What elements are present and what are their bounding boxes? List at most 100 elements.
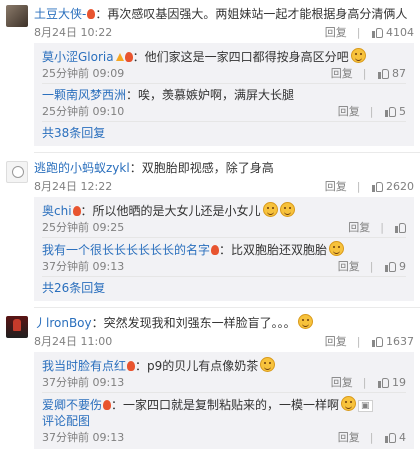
reply-list: 奥chi ：所以他晒的是大女儿还是小女儿 25分钟前 09:25 回复 | 我有一…	[34, 197, 414, 301]
separator: |	[362, 375, 367, 389]
like-count: 4	[399, 430, 406, 444]
laugh-emoji-icon	[297, 314, 313, 329]
separator: |	[362, 66, 367, 80]
reply-item: 奥chi ：所以他晒的是大女儿还是小女儿 25分钟前 09:25 回复 |	[42, 199, 406, 238]
comment-username[interactable]: 丿lronBoy	[34, 316, 92, 330]
cat-emoji-icon	[262, 202, 278, 217]
laugh-emoji-icon	[260, 357, 276, 372]
like-count: 4104	[386, 25, 414, 39]
thumbs-up-icon	[377, 67, 389, 79]
like-button[interactable]: 2620	[371, 179, 414, 193]
comment-text: ：再次感叹基因强大。两姐妹站一起才能根据身高分清俩人	[95, 7, 408, 21]
reply-time: 37分钟前 09:13	[42, 260, 125, 273]
reply-time: 25分钟前 09:10	[42, 105, 125, 118]
like-count: 9	[399, 259, 406, 273]
comment-username[interactable]: 土豆大侠-	[34, 7, 86, 21]
thumbs-up-icon	[384, 105, 396, 117]
thumbs-up-icon	[384, 260, 396, 272]
comment-time: 8月24日 11:00	[34, 335, 113, 348]
thumbs-up-icon	[384, 431, 396, 443]
fire-icon	[211, 245, 220, 255]
reply-item: 我有一个很长长长长长长的名字 ：比双胞胎还双胞胎 37分钟前 09:13 回复 |…	[42, 238, 406, 277]
divider	[34, 152, 420, 153]
reply-username[interactable]: 我当时脸有点红	[42, 359, 126, 373]
reply-item: 爱卿不要伤 ：一家四口就是复制粘贴来的，一模一样啊 ▣ 评论配图 37分钟前 09:1…	[42, 393, 406, 447]
reply-time: 37分钟前 09:13	[42, 376, 125, 389]
thumbs-up-icon	[371, 180, 383, 192]
reply-text: ：p9的贝儿有点像奶茶	[135, 359, 259, 373]
reply-time: 25分钟前 09:25	[42, 221, 125, 234]
comment-text: ：突然发现我和刘强东一样脸盲了。。。	[91, 316, 296, 330]
reply-list: 莫小涩Gloria ：他们家这是一家四口都得按身高区分吧 25分钟前 09:09 …	[34, 43, 414, 146]
separator: |	[369, 259, 374, 273]
comment-time: 8月24日 10:22	[34, 26, 113, 39]
like-count: 19	[392, 375, 406, 389]
like-count: 1637	[386, 334, 414, 348]
separator: |	[356, 179, 361, 193]
separator: |	[356, 25, 361, 39]
fire-icon	[127, 361, 136, 371]
avatar[interactable]	[6, 161, 28, 183]
separator: |	[380, 220, 384, 234]
avatar[interactable]	[6, 5, 28, 27]
like-button[interactable]: 5	[384, 104, 406, 118]
comment-text: ：双胞胎即视感，除了身高	[129, 161, 274, 175]
like-button[interactable]: 4	[384, 430, 406, 444]
comment-time: 8月24日 12:22	[34, 180, 113, 193]
comment-meta: 8月24日 10:22 回复 | 4104	[34, 23, 414, 41]
like-button[interactable]: 19	[377, 375, 406, 389]
like-button[interactable]: 87	[377, 66, 406, 80]
comment-username[interactable]: 逃跑的小蚂蚁zykl	[34, 161, 130, 175]
comment-item: 逃跑的小蚂蚁zykl：双胞胎即视感，除了身高 8月24日 12:22 回复 | …	[0, 159, 420, 301]
reply-username[interactable]: 奥chi	[42, 204, 72, 218]
avatar[interactable]	[6, 316, 28, 338]
like-button[interactable]: 4104	[371, 25, 414, 39]
reply-button[interactable]: 回复	[331, 65, 353, 81]
thumbs-up-icon	[377, 376, 389, 388]
laugh-emoji-icon	[341, 396, 357, 411]
reply-item: 一颗南风梦西洲：唉，羡慕嫉妒啊，满屏大长腿 25分钟前 09:10 回复 | 5	[42, 84, 406, 122]
vip-icon	[115, 53, 124, 62]
like-button[interactable]	[394, 221, 406, 234]
reply-username[interactable]: 莫小涩Gloria	[42, 50, 114, 64]
more-replies-link[interactable]: 共26条回复	[42, 277, 406, 299]
image-icon[interactable]: ▣	[358, 400, 373, 412]
laugh-emoji-icon	[329, 241, 345, 256]
like-count: 2620	[386, 179, 414, 193]
like-button[interactable]: 9	[384, 259, 406, 273]
reply-button[interactable]: 回复	[348, 219, 370, 235]
reply-text: ：唉，羡慕嫉妒啊，满屏大长腿	[126, 88, 295, 102]
like-button[interactable]: 1637	[371, 334, 414, 348]
thumbs-up-icon	[371, 335, 383, 347]
comment-feed: 土豆大侠- ：再次感叹基因强大。两姐妹站一起才能根据身高分清俩人 8月24日 10…	[0, 0, 420, 449]
reply-button[interactable]: 回复	[338, 103, 360, 119]
reply-text: ：所以他晒的是大女儿还是小女儿	[80, 204, 261, 218]
thumbs-up-icon	[394, 221, 406, 233]
reply-button[interactable]: 回复	[325, 333, 347, 349]
cat-emoji-icon	[279, 202, 295, 217]
reply-item: 我当时脸有点红 ：p9的贝儿有点像奶茶 37分钟前 09:13 回复 | 19	[42, 354, 406, 393]
like-count: 87	[392, 66, 406, 80]
separator: |	[356, 334, 361, 348]
fire-icon	[103, 400, 112, 410]
reply-button[interactable]: 回复	[325, 178, 347, 194]
reply-text: ：比双胞胎还双胞胎	[219, 243, 328, 257]
laugh-emoji-icon	[350, 48, 366, 63]
comment-image-link[interactable]: 评论配图	[42, 414, 90, 428]
more-replies-link[interactable]: 共38条回复	[42, 122, 406, 144]
reply-button[interactable]: 回复	[338, 429, 360, 445]
fire-icon	[124, 52, 133, 62]
reply-username[interactable]: 我有一个很长长长长长长的名字	[42, 243, 210, 257]
reply-text: ：一家四口就是复制粘贴来的，一模一样啊	[111, 398, 340, 412]
reply-list: 我当时脸有点红 ：p9的贝儿有点像奶茶 37分钟前 09:13 回复 | 19 爱…	[34, 352, 414, 449]
reply-time: 25分钟前 09:09	[42, 67, 125, 80]
fire-icon	[72, 206, 81, 216]
separator: |	[369, 104, 374, 118]
reply-username[interactable]: 爱卿不要伤	[42, 398, 102, 412]
like-count: 5	[399, 104, 406, 118]
reply-button[interactable]: 回复	[338, 258, 360, 274]
reply-button[interactable]: 回复	[325, 24, 347, 40]
thumbs-up-icon	[371, 26, 383, 38]
reply-button[interactable]: 回复	[331, 374, 353, 390]
reply-username[interactable]: 一颗南风梦西洲	[42, 88, 126, 102]
